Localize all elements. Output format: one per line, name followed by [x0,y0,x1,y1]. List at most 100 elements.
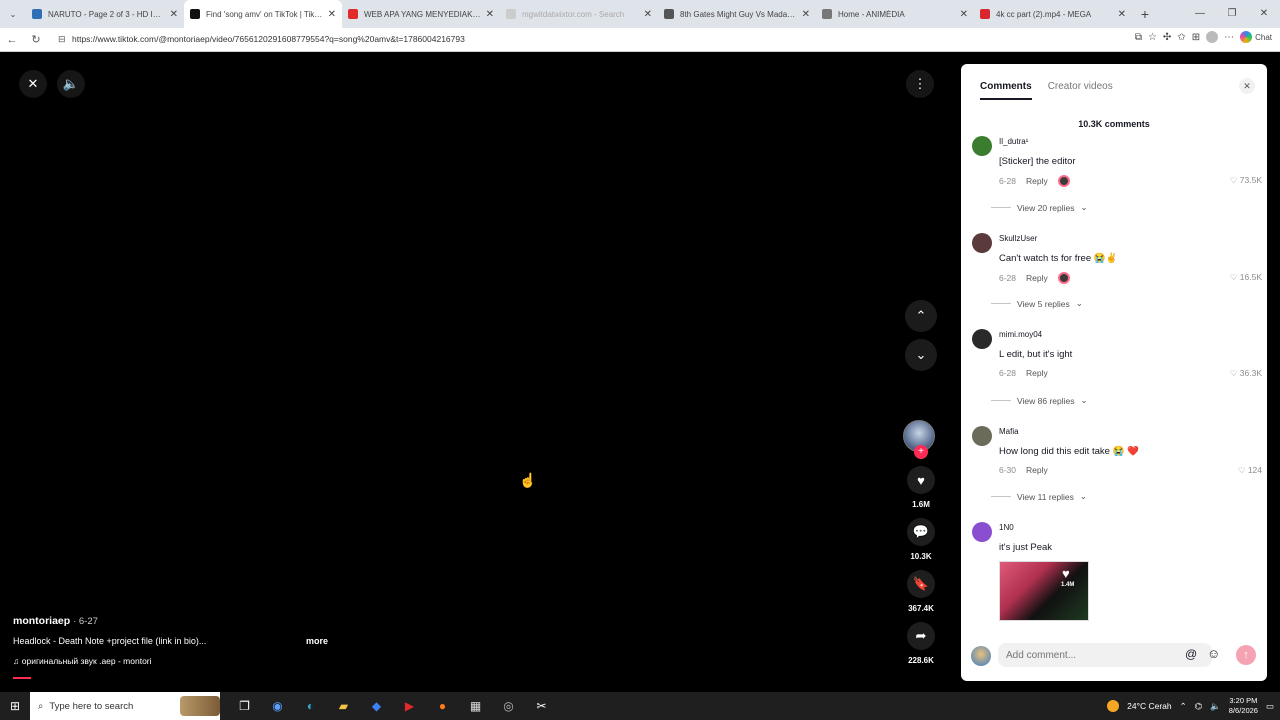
collections-icon[interactable]: ⊞ [1192,32,1200,43]
comment-like[interactable]: ♡ 124 [1238,465,1262,476]
clock[interactable]: 3:20 PM 8/6/2026 [1229,696,1258,716]
mention-icon[interactable]: @ [1185,647,1197,661]
task-view-icon[interactable]: ❐ [228,699,261,713]
comment-like[interactable]: ♡ 16.5K [1230,272,1262,283]
view-replies-button[interactable]: View 86 replies ⌄ [991,395,1088,406]
tab-close-icon[interactable]: ✕ [328,9,336,20]
tab-actions-icon[interactable]: ⌄ [0,0,26,28]
reply-button[interactable]: Reply [1026,176,1048,186]
network-icon[interactable]: ⌬ [1195,701,1202,712]
like-count: 1.6M [912,500,930,509]
extensions-icon[interactable]: ✣ [1163,32,1171,43]
comment-like[interactable]: ♡ 36.3K [1230,368,1262,379]
save-action[interactable]: 🔖 367.4K [906,570,936,613]
notifications-icon[interactable]: ▭ [1266,701,1274,712]
tab-close-icon[interactable]: ✕ [960,9,968,20]
view-replies-button[interactable]: View 20 replies ⌄ [991,202,1088,213]
commenter-avatar[interactable] [972,136,992,156]
commenter-avatar[interactable] [972,233,992,253]
send-arrow-icon[interactable]: ↑ [1236,645,1256,665]
taskbar-search[interactable]: ⌕ Type here to search [30,692,220,720]
restore-icon[interactable]: ❐ [1216,0,1248,28]
browser-tab-6[interactable]: Home - ANIMÉDIA ✕ [816,0,974,28]
video-stage[interactable] [3,52,957,680]
app-blue-icon[interactable]: ◆ [360,699,393,713]
youtube-icon[interactable]: ▶ [393,699,426,713]
capcut-icon[interactable]: ✂ [525,699,558,713]
tab-close-icon[interactable]: ✕ [802,9,810,20]
sound-line[interactable]: ♫ оригинальный звук .aep - montori [13,656,152,666]
reply-button[interactable]: Reply [1026,273,1048,283]
new-tab-button[interactable]: + [1132,6,1158,22]
reply-button[interactable]: Reply [1026,465,1048,475]
commenter-name[interactable]: Mafia [999,427,1019,436]
copilot-app-icon[interactable]: ◉ [261,699,294,713]
chrome-icon[interactable]: ◎ [492,699,525,713]
site-info-icon[interactable]: ⊟ [58,34,66,45]
share-arrow-icon[interactable]: ➦ [907,622,935,650]
author-name[interactable]: montoriaep [13,615,70,627]
tab-close-icon[interactable]: ✕ [1118,9,1126,20]
emoji-icon[interactable]: ☺ [1207,646,1220,661]
bookmark-icon[interactable]: 🔖 [907,570,935,598]
tab-close-icon[interactable]: ✕ [170,9,178,20]
view-replies-button[interactable]: View 11 replies ⌄ [991,491,1087,502]
more-icon[interactable]: ⋯ [1224,32,1234,43]
view-replies-button[interactable]: View 5 replies ⌄ [991,298,1083,309]
firefox-icon[interactable]: ● [426,699,459,713]
share-action[interactable]: ➦ 228.6K [906,622,936,665]
like-action[interactable]: ♥ 1.6M [906,466,936,509]
tray-chevron-icon[interactable]: ⌃ [1180,701,1187,712]
weather-text[interactable]: 24°C Cerah [1127,701,1172,711]
comment-sticker-image[interactable]: ♥ 1.4M [999,561,1089,621]
reply-button[interactable]: Reply [1026,368,1048,378]
browser-tab-4[interactable]: mgwitdatwixtor.com - Search ✕ [500,0,658,28]
more-options-icon[interactable]: ⋮ [906,70,934,98]
tab-comments[interactable]: Comments [980,81,1032,100]
copilot-chat-button[interactable]: Chat [1240,31,1272,43]
browser-tab-3[interactable]: WEB APA YANG MENYEDIAKAN C ✕ [342,0,500,28]
browser-tab-7[interactable]: 4k cc part (2).mp4 - MEGA ✕ [974,0,1132,28]
caption-more-link[interactable]: more [306,636,328,646]
close-window-icon[interactable]: ✕ [1248,0,1280,28]
favorites-icon[interactable]: ✩ [1177,32,1185,43]
browser-tab-5[interactable]: 8th Gates Might Guy Vs Madara U ✕ [658,0,816,28]
tab-close-icon[interactable]: ✕ [486,9,494,20]
commenter-name[interactable]: SkullzUser [999,234,1037,243]
browser-tab-1[interactable]: NARUTO - Page 2 of 3 - HD Iwall ✕ [26,0,184,28]
commenter-name[interactable]: Il_dutra¹ [999,137,1028,146]
favorite-star-icon[interactable]: ☆ [1148,32,1157,43]
previous-video-button[interactable]: ⌃ [905,300,937,332]
back-icon[interactable]: ← [0,34,24,46]
commenter-avatar[interactable] [972,329,992,349]
url-field[interactable]: https://www.tiktok.com/@montoriaep/video… [72,34,465,44]
volume-icon[interactable]: 🔈 [57,70,85,98]
commenter-avatar[interactable] [972,426,992,446]
tab-creator-videos[interactable]: Creator videos [1048,81,1113,100]
comment-like[interactable]: ♡ 73.5K [1230,175,1262,186]
edge-icon[interactable]: ◐ [294,699,327,713]
comment-bubble-icon[interactable]: 💬 [907,518,935,546]
tab-close-icon[interactable]: ✕ [644,9,652,20]
video-progress-bar[interactable] [13,677,31,679]
volume-tray-icon[interactable]: 🔈 [1210,701,1221,712]
next-video-button[interactable]: ⌄ [905,339,937,371]
comment-action[interactable]: 💬 10.3K [906,518,936,561]
windows-start-icon[interactable]: ⊞ [0,699,30,713]
refresh-icon[interactable]: ↻ [24,33,48,46]
follow-plus-icon[interactable]: + [914,445,928,459]
commenter-avatar[interactable] [972,522,992,542]
commenter-name[interactable]: 1N0 [999,523,1014,532]
profile-avatar-icon[interactable] [1206,31,1219,43]
close-video-icon[interactable]: ✕ [19,70,47,98]
minimize-icon[interactable]: — [1184,0,1216,28]
heart-icon[interactable]: ♥ [907,466,935,494]
split-screen-icon[interactable]: ⧉ [1135,32,1142,43]
weather-sun-icon[interactable] [1107,700,1120,712]
add-comment-input[interactable] [998,643,1212,667]
file-explorer-icon[interactable]: ▰ [327,699,360,713]
close-panel-icon[interactable]: ✕ [1239,78,1255,94]
browser-tab-2[interactable]: Find 'song amv' on TikTok | TikTok ✕ [184,0,342,28]
commenter-name[interactable]: mimi.moy04 [999,330,1042,339]
store-icon[interactable]: ▦ [459,699,492,713]
